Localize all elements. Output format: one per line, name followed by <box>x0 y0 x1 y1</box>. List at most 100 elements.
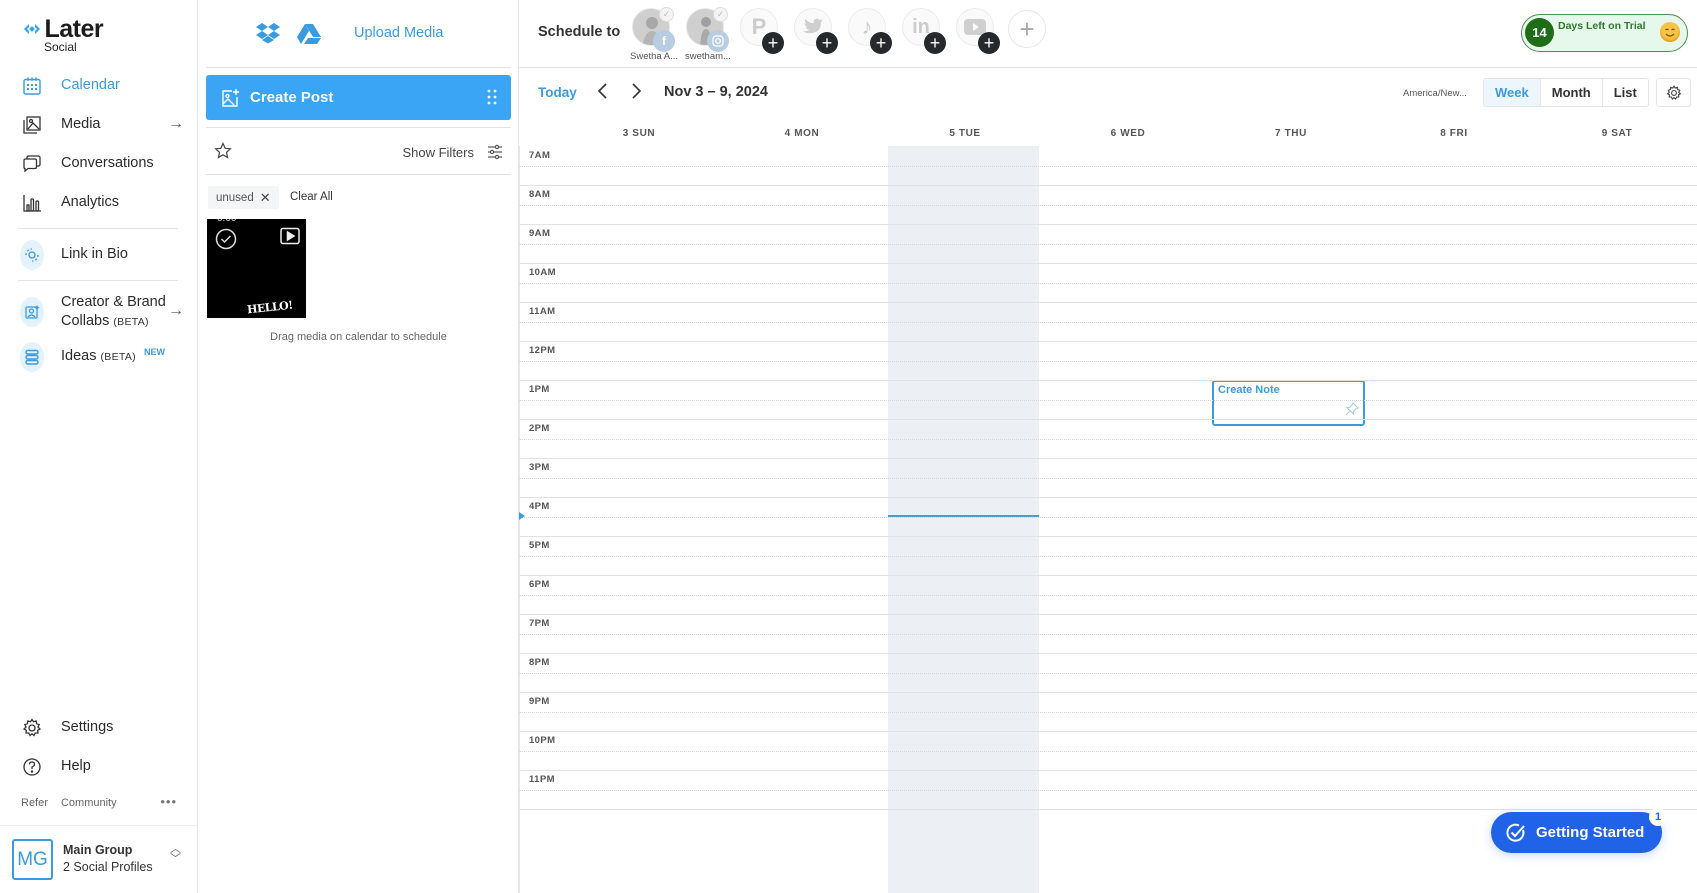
profile-name: Swetha A... <box>630 51 679 62</box>
day-header: 6 WED <box>1110 128 1146 139</box>
new-badge: NEW <box>144 346 165 357</box>
sidebar-item-label: Link in Bio <box>61 246 128 262</box>
checklist-icon <box>1505 822 1527 844</box>
more-icon[interactable]: ••• <box>160 794 177 809</box>
brand-sub: Social <box>44 40 77 54</box>
star-icon[interactable] <box>214 142 232 165</box>
calendar-toolbar: Today Nov 3 – 9, 2024 America/New... Wee… <box>519 68 1697 118</box>
day-header: 3 SUN <box>622 128 656 139</box>
half-hour-line <box>519 283 1697 284</box>
half-hour-line <box>519 322 1697 323</box>
sidebar-item-settings[interactable]: Settings <box>0 708 198 747</box>
media-panel: Upload Media Create Post Show Filters un… <box>198 0 519 893</box>
later-logo[interactable]: Later Social <box>24 15 104 54</box>
view-week[interactable]: Week <box>1484 79 1541 106</box>
view-list[interactable]: List <box>1603 79 1648 106</box>
today-button[interactable]: Today <box>538 85 577 100</box>
sidebar-item-label: Media <box>61 116 101 132</box>
add-linkedin[interactable]: in + <box>902 8 946 54</box>
media-thumbnail[interactable]: 0:00 HELLO! <box>207 219 306 318</box>
video-icon <box>280 227 300 250</box>
half-hour-line <box>519 595 1697 596</box>
add-twitter[interactable]: + <box>794 8 838 54</box>
sidebar-item-help[interactable]: Help <box>0 747 198 786</box>
beta-tag: (BETA) <box>113 315 149 328</box>
refer-link[interactable]: Refer <box>21 797 48 809</box>
media-duration: 0:00 <box>217 219 236 224</box>
add-pinterest[interactable]: P + <box>740 8 784 54</box>
collabs-icon <box>20 297 44 327</box>
day-header: 5 TUE <box>949 128 981 139</box>
sidebar-item-link-in-bio[interactable]: Link in Bio <box>0 235 198 274</box>
view-month[interactable]: Month <box>1541 79 1603 106</box>
analytics-icon <box>20 191 44 215</box>
schedule-to-label: Schedule to <box>538 24 621 40</box>
plus-icon: + <box>816 32 838 54</box>
hour-label: 11PM <box>529 774 555 785</box>
half-hour-line <box>519 400 1697 401</box>
sliders-icon[interactable] <box>486 143 504 166</box>
calendar-icon <box>20 74 44 98</box>
smiley-icon <box>1660 22 1680 42</box>
link-in-bio-icon <box>20 239 44 270</box>
getting-started-button[interactable]: Getting Started 1 <box>1491 808 1667 853</box>
add-youtube[interactable]: + <box>956 8 1000 54</box>
dropbox-icon[interactable] <box>255 22 281 49</box>
group-switcher[interactable]: MG Main Group 2 Social Profiles ︿ ﹀ <box>0 825 198 893</box>
sidebar-item-conversations[interactable]: Conversations <box>0 144 198 183</box>
sidebar-item-ideas[interactable]: Ideas (BETA) NEW <box>0 337 198 376</box>
google-drive-icon[interactable] <box>296 23 322 50</box>
footer-links: Refer Community ••• <box>21 794 191 809</box>
profile-name: swetham... <box>685 51 731 62</box>
close-icon[interactable]: ✕ <box>260 190 271 206</box>
create-post-label: Create Post <box>250 89 334 106</box>
calendar-settings-button[interactable] <box>1656 78 1691 107</box>
sidebar-item-collabs[interactable]: Creator & Brand Collabs (BETA) → <box>0 287 198 337</box>
half-hour-line <box>519 556 1697 557</box>
chevron-right-icon[interactable] <box>629 82 643 105</box>
add-tiktok[interactable]: ♪ + <box>848 8 892 54</box>
half-hour-line <box>519 751 1697 752</box>
hour-label: 9AM <box>529 228 551 239</box>
upload-row: Upload Media <box>206 0 511 68</box>
sidebar-item-label: Settings <box>61 719 114 735</box>
divider <box>18 228 178 229</box>
group-profiles: 2 Social Profiles <box>63 860 153 874</box>
half-hour-line <box>519 244 1697 245</box>
profile-facebook[interactable]: ✓ f <box>632 7 675 52</box>
trial-badge[interactable]: 14 Days Left on Trial <box>1521 14 1688 52</box>
day-header: 9 SAT <box>1601 128 1633 139</box>
chevron-left-icon[interactable] <box>596 82 610 105</box>
sidebar: Later Social Calendar Media → Conversati… <box>0 0 198 893</box>
hour-line <box>519 575 1697 576</box>
brand-name: Later <box>44 15 104 43</box>
sidebar-item-analytics[interactable]: Analytics <box>0 183 198 222</box>
app: Later Social Calendar Media → Conversati… <box>0 0 1697 893</box>
timezone-selector[interactable]: America/New... <box>1403 88 1467 99</box>
upload-media-link[interactable]: Upload Media <box>354 25 443 41</box>
drag-handle-icon[interactable] <box>487 89 497 110</box>
sidebar-item-calendar[interactable]: Calendar <box>0 66 198 105</box>
filter-chip-label: unused <box>216 191 254 204</box>
getting-started-label: Getting Started <box>1536 824 1645 841</box>
show-filters-button[interactable]: Show Filters <box>402 145 474 160</box>
today-column-highlight <box>888 146 1039 893</box>
select-check-icon[interactable] <box>215 228 237 255</box>
sidebar-item-media[interactable]: Media → <box>0 105 198 144</box>
hour-line <box>519 380 1697 381</box>
instagram-icon <box>707 30 729 52</box>
clear-all-button[interactable]: Clear All <box>290 191 333 203</box>
week-grid[interactable]: Create Note 3 SUN 4 MON 5 TUE 6 WED 7 THU 8 F… <box>519 118 1697 893</box>
create-post-button[interactable]: Create Post <box>206 75 511 120</box>
notification-count: 1 <box>1649 808 1667 826</box>
hour-label: 5PM <box>529 540 550 551</box>
add-profile-button[interactable]: + <box>1008 10 1046 48</box>
check-icon: ✓ <box>659 7 674 22</box>
community-link[interactable]: Community <box>61 797 117 809</box>
profile-instagram[interactable]: ✓ <box>686 7 729 52</box>
sidebar-item-label: Analytics <box>61 194 120 210</box>
hour-line <box>519 731 1697 732</box>
media-icon <box>20 113 44 137</box>
ideas-label: Ideas <box>61 347 97 364</box>
half-hour-line <box>519 439 1697 440</box>
